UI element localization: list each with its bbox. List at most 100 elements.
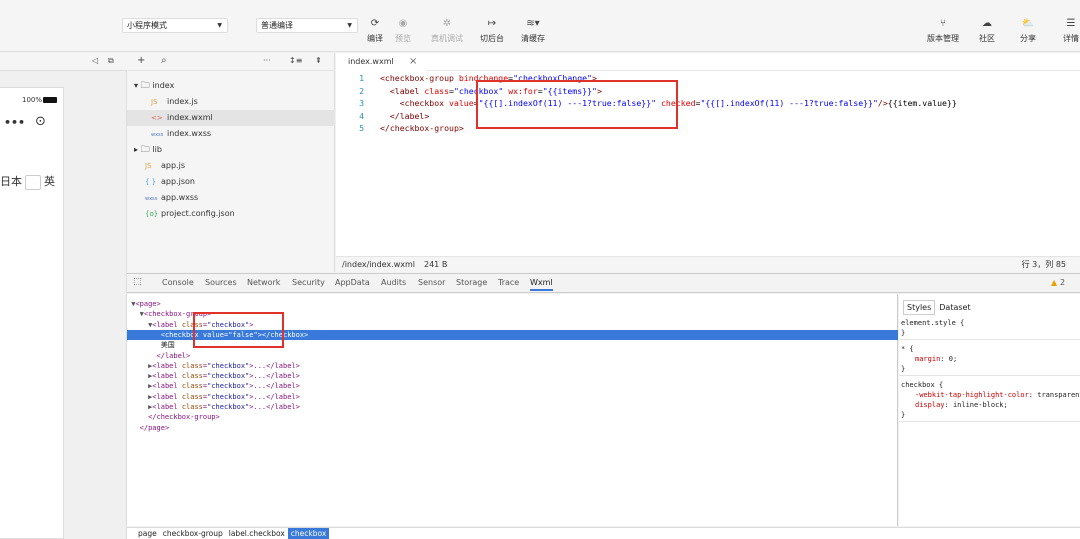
wxml-token: <page>: [135, 300, 161, 308]
add-icon[interactable]: +: [137, 55, 145, 66]
tab-sensor[interactable]: Sensor: [418, 278, 445, 287]
tree-item[interactable]: { } app.json: [127, 174, 335, 190]
branch-icon: ⑂: [940, 18, 946, 29]
style-declaration[interactable]: -webkit-tap-highlight-color: transparent…: [915, 390, 1080, 400]
switch-background-button[interactable]: ↦ 切后台: [477, 18, 507, 44]
details-button[interactable]: ☰ 详情: [1056, 18, 1080, 44]
code-token: </label>: [389, 110, 430, 121]
community-button[interactable]: ☁ 社区: [972, 18, 1002, 44]
breadcrumb-item[interactable]: checkbox: [287, 528, 330, 539]
code-line[interactable]: 5 </checkbox-group>: [336, 122, 1080, 134]
style-selector: checkbox {: [901, 381, 944, 389]
code-text: </checkbox-group>: [380, 122, 464, 134]
code-token: >: [591, 73, 597, 83]
tab-wxml[interactable]: Wxml: [530, 278, 553, 291]
preview-button[interactable]: ◉ 预览: [388, 18, 418, 44]
wxml-node[interactable]: </checkbox-group>: [127, 412, 898, 422]
tab-security[interactable]: Security: [292, 278, 325, 287]
wxml-token: "checkbox": [207, 372, 250, 381]
wxml-token: class: [181, 382, 203, 391]
wxml-node[interactable]: 美国: [127, 340, 898, 350]
tree-item[interactable]: ▾ 🗀 index: [127, 78, 335, 94]
tree-item-label: project.config.json: [161, 209, 235, 218]
code-token: "{{[].indexOf(11) ---1?true:false}}": [700, 98, 878, 109]
tab-audits[interactable]: Audits: [381, 278, 406, 287]
mode-select[interactable]: 小程序模式 ▼: [122, 18, 228, 33]
tree-item[interactable]: {o} project.config.json: [127, 206, 335, 222]
battery-icon: [43, 97, 57, 103]
close-icon[interactable]: ×: [409, 53, 417, 71]
more-icon[interactable]: ···: [263, 56, 271, 65]
wxml-node[interactable]: ▶<label class="checkbox">...</label>: [127, 371, 898, 381]
chevron-down-icon: ▼: [217, 22, 222, 29]
file-explorer: + ⌕ ··· ↕≡ ⇞ ▾ 🗀 index JS index.js <> index.…: [127, 53, 335, 272]
simulator-panel: ◁ ⧉ 100% ••• ⊙ 日本 英: [0, 53, 127, 539]
wxml-token: >...</label>: [249, 372, 300, 381]
ide-window: 小程序模式 ▼ 普通编译 ▼ ⟳ 编译 ◉ 预览 ✲ 真机调试 ↦ 切后台 ≋▾…: [0, 0, 1080, 539]
tab-storage[interactable]: Storage: [456, 278, 487, 287]
tree-item[interactable]: JS app.js: [127, 158, 335, 174]
wxml-node[interactable]: <checkbox value="false"></checkbox>: [127, 329, 898, 341]
tab-sources[interactable]: Sources: [205, 278, 237, 287]
wxml-token: "false": [228, 330, 258, 339]
volume-icon[interactable]: ◁: [92, 56, 98, 65]
layers-icon: ≋▾: [526, 18, 540, 29]
wxml-node[interactable]: ▼<checkbox-group>: [127, 309, 898, 319]
wxml-node[interactable]: ▶<label class="checkbox">...</label>: [127, 402, 898, 412]
sort-icon[interactable]: ↕≡: [289, 56, 302, 65]
file-explorer-toolbar: + ⌕ ··· ↕≡ ⇞: [127, 53, 335, 71]
wxml-token: ></checkbox>: [257, 330, 309, 339]
preview-label: 预览: [395, 34, 411, 43]
tree-item[interactable]: <> index.wxml: [127, 110, 335, 126]
wxml-node[interactable]: ▼<page>: [127, 299, 898, 309]
checkbox[interactable]: [25, 174, 41, 190]
tree-item[interactable]: wxss app.wxss: [127, 190, 335, 206]
wxml-node[interactable]: ▼<label class="checkbox">: [127, 320, 898, 330]
code-token: </checkbox-group>: [380, 123, 464, 134]
wxml-node[interactable]: </label>: [127, 351, 898, 361]
code-line[interactable]: 2 <label class="checkbox" wx:for="{{item…: [336, 85, 1080, 97]
breadcrumb-item[interactable]: page: [135, 528, 160, 539]
clear-cache-button[interactable]: ≋▾ 清缓存: [518, 18, 548, 44]
collapse-icon[interactable]: ⇞: [315, 56, 322, 65]
version-control-button[interactable]: ⑂ 版本管理: [927, 18, 959, 44]
tree-item[interactable]: ▸ 🗀 lib: [127, 142, 335, 158]
window-icon[interactable]: ⧉: [108, 56, 114, 66]
wxml-node[interactable]: </page>: [127, 423, 898, 433]
code-line[interactable]: 4 </label>: [336, 110, 1080, 122]
remote-debug-button[interactable]: ✲ 真机调试: [431, 18, 463, 44]
breadcrumb-item[interactable]: checkbox-group: [160, 528, 226, 539]
style-property: margin: [915, 355, 941, 363]
tab-index-wxml[interactable]: index.wxml ×: [336, 53, 426, 71]
tab-network[interactable]: Network: [247, 278, 280, 287]
compile-select[interactable]: 普通编译 ▼: [256, 18, 358, 33]
file-path: /index/index.wxml: [342, 260, 415, 269]
tab-dataset[interactable]: Dataset: [935, 300, 974, 315]
code-line[interactable]: 1 <checkbox-group bindchange="checkboxCha…: [336, 72, 1080, 84]
tab-appdata[interactable]: AppData: [335, 278, 370, 287]
tree-item[interactable]: JS index.js: [127, 94, 335, 110]
record-icon[interactable]: ⊙: [35, 114, 46, 129]
clear-cache-label: 清缓存: [521, 34, 545, 43]
wxml-node[interactable]: ▶<label class="checkbox">...</label>: [127, 392, 898, 402]
tab-styles[interactable]: Styles: [903, 300, 936, 315]
style-close: }: [901, 411, 906, 419]
tree-item[interactable]: wxss index.wxss: [127, 126, 335, 142]
share-button[interactable]: ⛅ 分享: [1013, 18, 1043, 44]
tab-console[interactable]: Console: [162, 278, 194, 287]
search-icon[interactable]: ⌕: [161, 55, 167, 66]
wxml-token: >...</label>: [249, 392, 300, 401]
code-line[interactable]: 3 <checkbox value="{{[].indexOf(11) ---1…: [336, 97, 1080, 109]
inspect-icon[interactable]: ⬚: [133, 277, 142, 287]
tab-trace[interactable]: Trace: [498, 278, 519, 287]
wxml-node[interactable]: ▶<label class="checkbox">...</label>: [127, 361, 898, 371]
switch-background-icon: ↦: [487, 18, 497, 29]
config-file-icon: {o}: [145, 210, 159, 218]
style-declaration[interactable]: display: inline-block;: [915, 400, 1008, 410]
more-icon[interactable]: •••: [4, 116, 25, 129]
wxml-node[interactable]: ▶<label class="checkbox">...</label>: [127, 381, 898, 391]
warning-icon[interactable]: ▲: [1051, 278, 1057, 287]
breadcrumb-item[interactable]: label.checkbox: [226, 528, 288, 539]
wxml-token: "checkbox": [207, 361, 250, 370]
style-declaration[interactable]: margin: 0;: [915, 354, 957, 364]
